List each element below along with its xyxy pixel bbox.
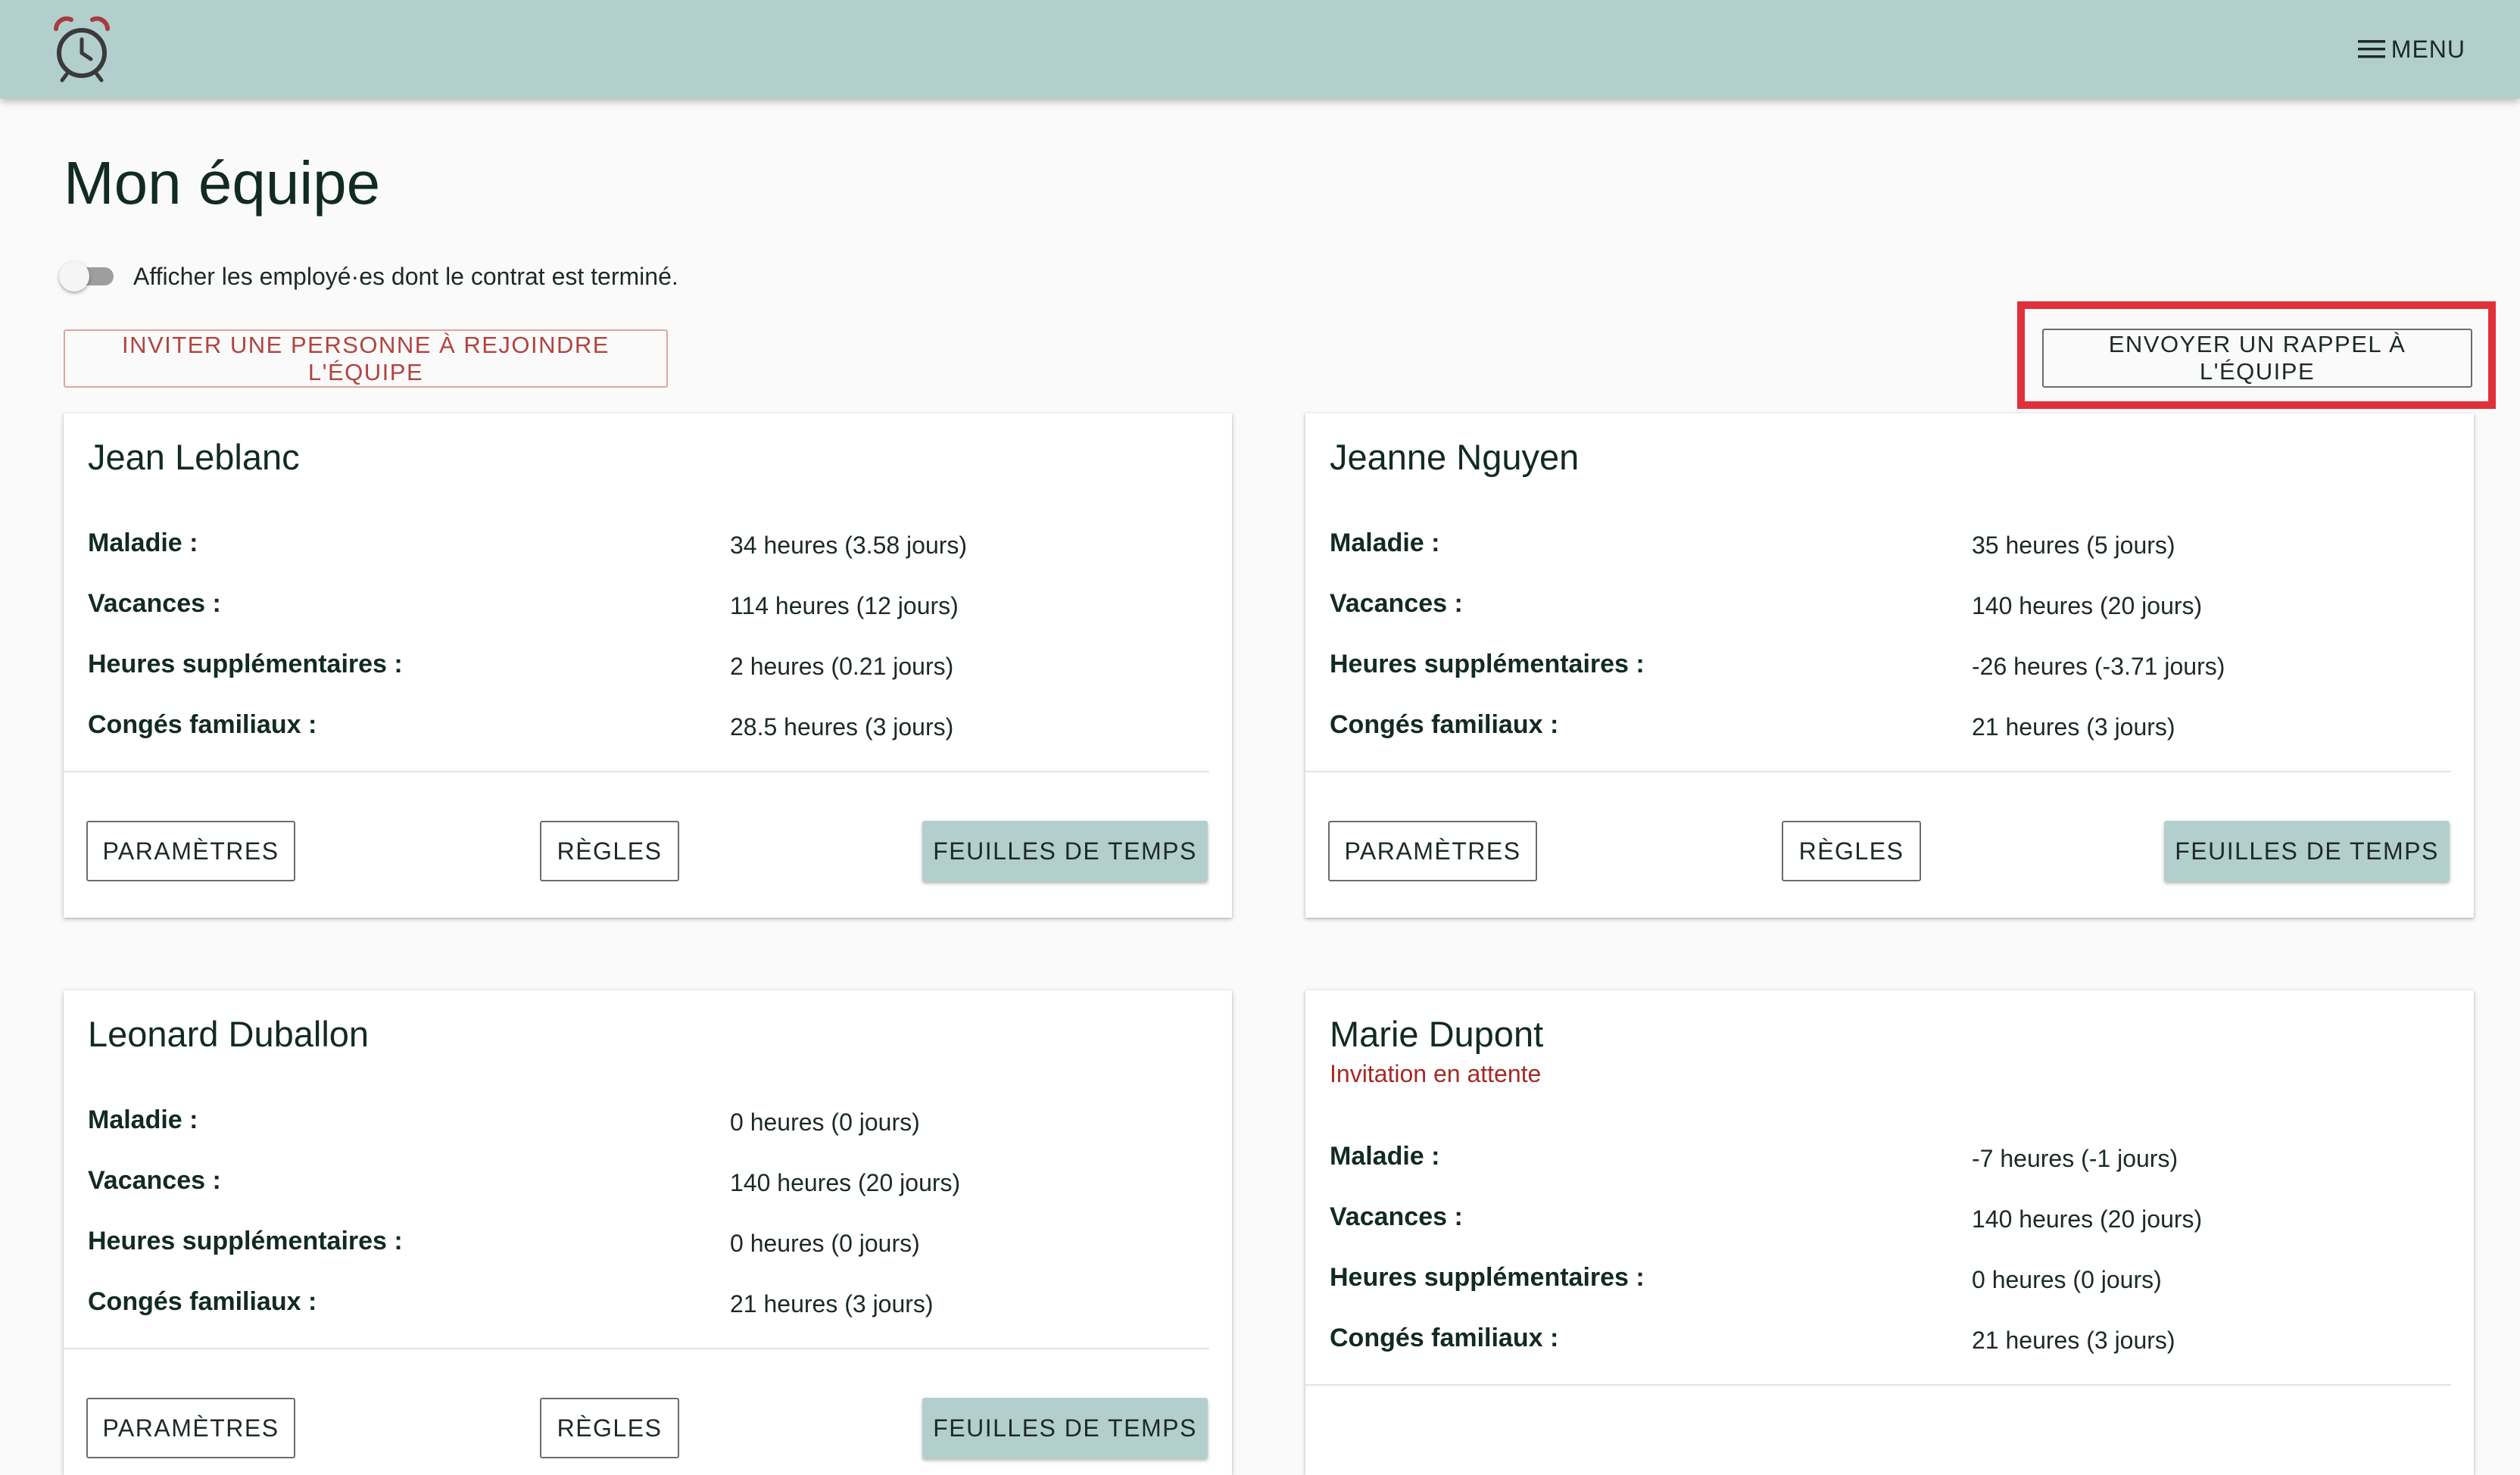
family-leave-label: Congés familiaux : (88, 710, 317, 739)
send-reminder-button[interactable]: ENVOYER UN RAPPEL À L'ÉQUIPE (2042, 329, 2472, 388)
vacation-label: Vacances : (88, 589, 221, 618)
toggle-label: Afficher les employé·es dont le contrat … (133, 262, 678, 290)
card-divider (1305, 771, 2451, 772)
toggle-thumb (59, 261, 89, 292)
vacation-label: Vacances : (88, 1166, 221, 1195)
sick-label: Maladie : (88, 1105, 198, 1134)
family-leave-value: 21 heures (3 jours) (1972, 1327, 2175, 1354)
overtime-label: Heures supplémentaires : (1330, 650, 1645, 678)
vacation-label: Vacances : (1330, 1202, 1463, 1231)
timesheets-button[interactable]: FEUILLES DE TEMPS (2164, 821, 2450, 881)
settings-button[interactable]: PARAMÈTRES (86, 821, 295, 881)
card-divider (64, 1348, 1209, 1349)
show-terminated-toggle[interactable] (59, 257, 117, 295)
sick-label: Maladie : (1330, 1142, 1440, 1171)
family-leave-value: 28.5 heures (3 jours) (730, 713, 954, 741)
member-card: Leonard Duballon Maladie : 0 heures (0 j… (64, 990, 1232, 1475)
invite-member-button[interactable]: INVITER UNE PERSONNE À REJOINDRE L'ÉQUIP… (64, 329, 668, 388)
card-divider (1305, 1384, 2451, 1386)
vacation-value: 140 heures (20 jours) (1972, 592, 2203, 619)
member-name: Jeanne Nguyen (1330, 437, 1580, 477)
menu-button[interactable]: MENU (2356, 30, 2465, 68)
page-title: Mon équipe (64, 149, 381, 217)
member-name: Leonard Duballon (88, 1014, 370, 1054)
sick-value: 35 heures (5 jours) (1972, 532, 2175, 559)
sick-value: 0 heures (0 jours) (730, 1109, 920, 1136)
family-leave-value: 21 heures (3 jours) (1972, 713, 2175, 741)
vacation-value: 114 heures (12 jours) (730, 592, 959, 619)
overtime-value: 0 heures (0 jours) (730, 1230, 920, 1257)
vacation-label: Vacances : (1330, 589, 1463, 618)
timesheets-button[interactable]: FEUILLES DE TEMPS (922, 1398, 1208, 1458)
rules-button[interactable]: RÈGLES (1782, 821, 1921, 881)
overtime-value: 0 heures (0 jours) (1972, 1266, 2162, 1293)
member-card: Jean Leblanc Maladie : 34 heures (3.58 j… (64, 413, 1232, 918)
sick-label: Maladie : (1330, 529, 1440, 557)
invitation-status: Invitation en attente (1330, 1060, 1542, 1087)
rules-button[interactable]: RÈGLES (540, 821, 679, 881)
overtime-label: Heures supplémentaires : (88, 1227, 403, 1255)
family-leave-label: Congés familiaux : (88, 1287, 317, 1316)
settings-button[interactable]: PARAMÈTRES (86, 1398, 295, 1458)
member-card: Jeanne Nguyen Maladie : 35 heures (5 jou… (1305, 413, 2474, 918)
alarm-clock-icon[interactable] (50, 14, 114, 83)
member-card: Marie Dupont Invitation en attente Malad… (1305, 990, 2474, 1475)
sick-label: Maladie : (88, 529, 198, 557)
settings-button[interactable]: PARAMÈTRES (1328, 821, 1537, 881)
family-leave-label: Congés familiaux : (1330, 710, 1559, 739)
overtime-value: 2 heures (0.21 jours) (730, 653, 954, 680)
timesheets-button[interactable]: FEUILLES DE TEMPS (922, 821, 1208, 881)
vacation-value: 140 heures (20 jours) (1972, 1205, 2203, 1233)
sick-value: -7 heures (-1 jours) (1972, 1145, 2178, 1172)
overtime-value: -26 heures (-3.71 jours) (1972, 653, 2225, 680)
family-leave-label: Congés familiaux : (1330, 1324, 1559, 1352)
menu-label: MENU (2391, 35, 2465, 63)
overtime-label: Heures supplémentaires : (88, 650, 403, 678)
member-name: Jean Leblanc (88, 437, 300, 477)
family-leave-value: 21 heures (3 jours) (730, 1290, 934, 1318)
card-divider (64, 771, 1209, 772)
sick-value: 34 heures (3.58 jours) (730, 532, 968, 559)
rules-button[interactable]: RÈGLES (540, 1398, 679, 1458)
member-name: Marie Dupont (1330, 1014, 1544, 1054)
hamburger-icon (2357, 40, 2385, 58)
top-app-bar: MENU (0, 0, 2520, 98)
overtime-label: Heures supplémentaires : (1330, 1263, 1645, 1292)
vacation-value: 140 heures (20 jours) (730, 1169, 961, 1196)
show-terminated-toggle-row: Afficher les employé·es dont le contrat … (59, 257, 678, 295)
